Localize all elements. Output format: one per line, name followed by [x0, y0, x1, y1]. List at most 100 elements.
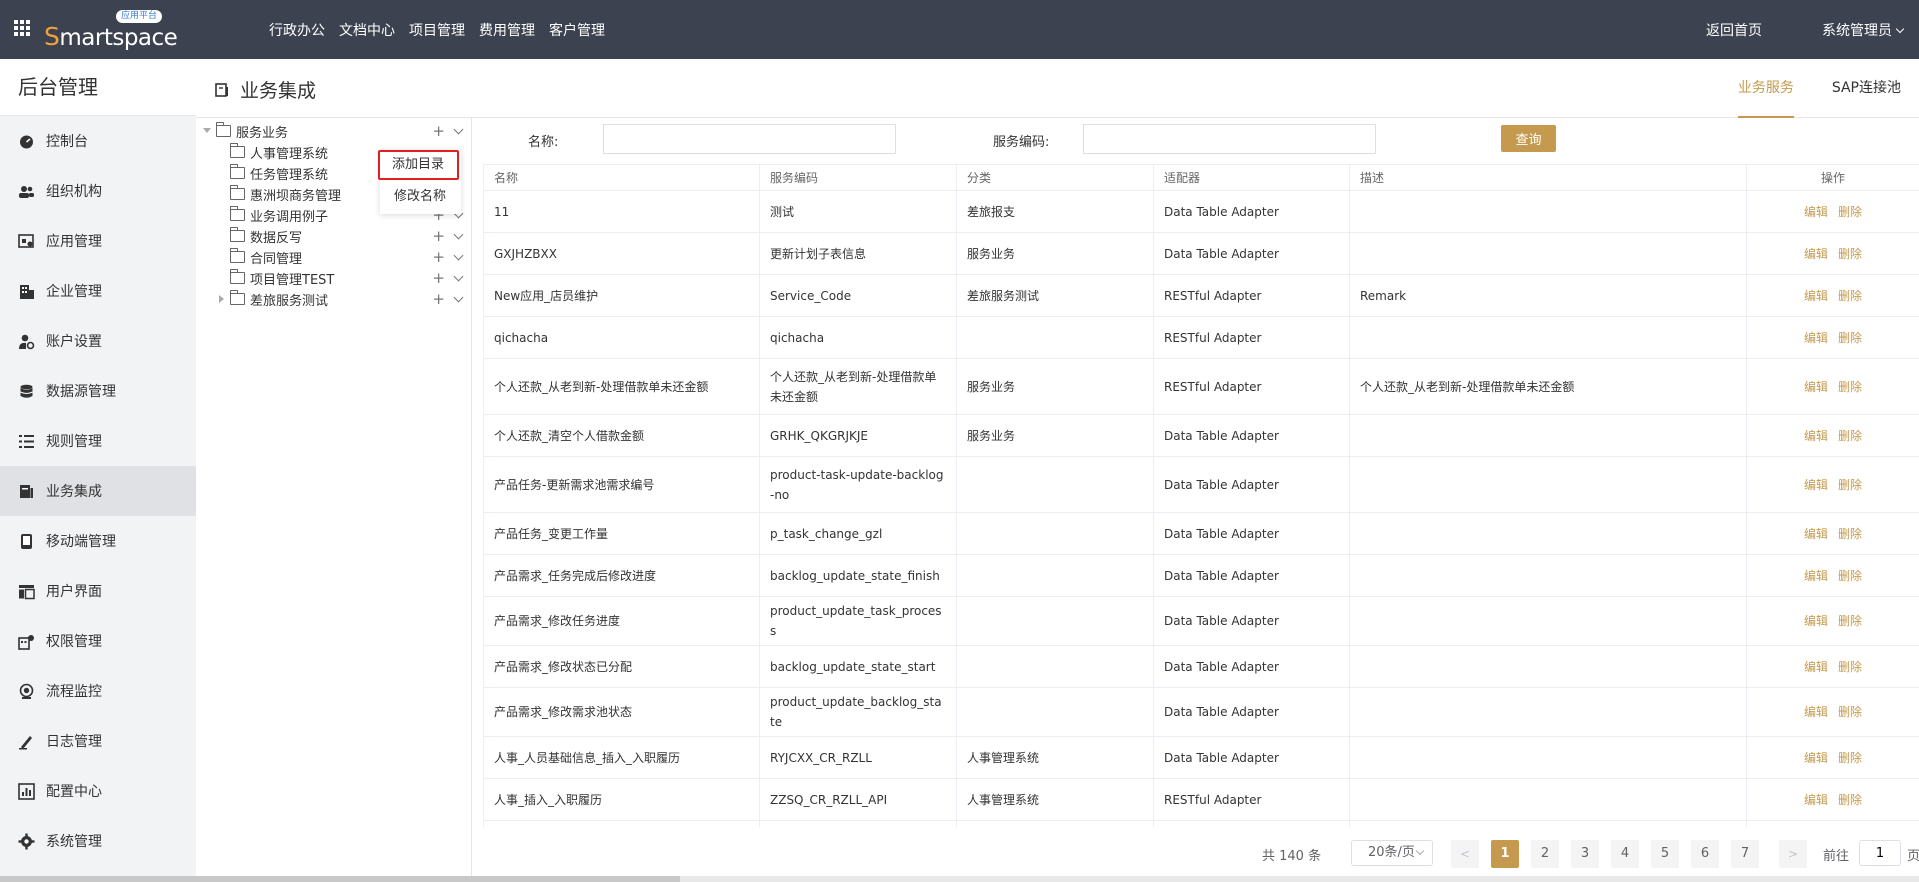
- edit-link[interactable]: 编辑: [1804, 247, 1828, 261]
- page-number-button[interactable]: 7: [1731, 840, 1759, 868]
- edit-link[interactable]: 编辑: [1804, 614, 1828, 628]
- tab-sap-pool[interactable]: SAP连接池: [1832, 59, 1901, 118]
- sidebar-item[interactable]: 组织机构: [0, 166, 196, 216]
- edit-link[interactable]: 编辑: [1804, 569, 1828, 583]
- tab-business-service[interactable]: 业务服务: [1737, 59, 1794, 118]
- delete-link[interactable]: 删除: [1838, 478, 1862, 492]
- edit-link[interactable]: 编辑: [1804, 380, 1828, 394]
- sidebar-item[interactable]: 业务集成: [0, 466, 196, 516]
- delete-link[interactable]: 删除: [1838, 205, 1862, 219]
- plus-icon[interactable]: +: [432, 228, 445, 244]
- edit-link[interactable]: 编辑: [1804, 205, 1828, 219]
- topnav-item-projects[interactable]: 项目管理: [409, 20, 465, 40]
- edit-link[interactable]: 编辑: [1804, 751, 1828, 765]
- plus-icon[interactable]: +: [432, 291, 445, 307]
- edit-link[interactable]: 编辑: [1804, 331, 1828, 345]
- page-number-button[interactable]: 1: [1491, 840, 1519, 868]
- sidebar-item[interactable]: 日志管理: [0, 716, 196, 766]
- edit-link[interactable]: 编辑: [1804, 429, 1828, 443]
- page-number-button[interactable]: 4: [1611, 840, 1639, 868]
- smartspace-logo[interactable]: 应用平台 Smartspace: [44, 10, 178, 51]
- sidebar-item[interactable]: 应用管理: [0, 216, 196, 266]
- service-code-input[interactable]: [1083, 124, 1376, 154]
- delete-link[interactable]: 删除: [1838, 660, 1862, 674]
- delete-link[interactable]: 删除: [1838, 289, 1862, 303]
- table-row[interactable]: 人事_人员基础信息_插入_入职履历 RYJCXX_CR_RZLL 人事管理系统 Dat…: [483, 736, 1919, 779]
- delete-link[interactable]: 删除: [1838, 380, 1862, 394]
- sidebar-item[interactable]: 企业管理: [0, 266, 196, 316]
- chevron-down-icon[interactable]: [453, 124, 464, 134]
- sidebar-item[interactable]: 数据源管理: [0, 366, 196, 416]
- query-button[interactable]: 查询: [1501, 125, 1556, 152]
- table-row[interactable]: 个人还款_清空个人借款金额 GRHK_QKGRJKJE 服务业务 Data Table…: [483, 414, 1919, 457]
- edit-link[interactable]: 编辑: [1804, 478, 1828, 492]
- table-row[interactable]: 产品需求_修改状态已分配 backlog_update_state_start Da…: [483, 645, 1919, 688]
- edit-link[interactable]: 编辑: [1804, 793, 1828, 807]
- next-page-button[interactable]: >: [1779, 840, 1807, 868]
- chevron-down-icon[interactable]: [453, 229, 464, 239]
- home-link[interactable]: 返回首页: [1706, 20, 1762, 40]
- chevron-down-icon[interactable]: [453, 292, 464, 302]
- sidebar-item[interactable]: 配置中心: [0, 766, 196, 816]
- chevron-down-icon[interactable]: [453, 271, 464, 281]
- table-row[interactable]: GXJHZBXX 更新计划子表信息 服务业务 Data Table Adapter 编辑…: [483, 232, 1919, 275]
- goto-page-input[interactable]: [1859, 840, 1901, 866]
- plus-icon[interactable]: +: [432, 123, 445, 139]
- sidebar-item[interactable]: 账户设置: [0, 316, 196, 366]
- sidebar-item[interactable]: 流程监控: [0, 666, 196, 716]
- prev-page-button[interactable]: <: [1451, 840, 1479, 868]
- page-size-select[interactable]: 20条/页: [1351, 840, 1433, 866]
- delete-link[interactable]: 删除: [1838, 247, 1862, 261]
- table-row[interactable]: New应用_店员维护 Service_Code 差旅服务测试 RESTful Adap…: [483, 274, 1919, 317]
- sidebar-item[interactable]: 控制台: [0, 116, 196, 166]
- topnav-item-expenses[interactable]: 费用管理: [479, 20, 535, 40]
- table-row[interactable]: 人事_新建使用合同XJSYHT人事管理系统RESTful Adapter 编辑删除: [483, 820, 1919, 827]
- edit-link[interactable]: 编辑: [1804, 289, 1828, 303]
- caret-down-icon[interactable]: [202, 126, 212, 136]
- delete-link[interactable]: 删除: [1838, 614, 1862, 628]
- app-grid-icon[interactable]: [14, 20, 30, 36]
- plus-icon[interactable]: +: [432, 249, 445, 265]
- delete-link[interactable]: 删除: [1838, 705, 1862, 719]
- table-row[interactable]: 产品任务-更新需求池需求编号 product-task-update-backlo…: [483, 456, 1919, 513]
- delete-link[interactable]: 删除: [1838, 751, 1862, 765]
- edit-link[interactable]: 编辑: [1804, 660, 1828, 674]
- delete-link[interactable]: 删除: [1838, 429, 1862, 443]
- delete-link[interactable]: 删除: [1838, 331, 1862, 345]
- sidebar-item[interactable]: 移动端管理: [0, 516, 196, 566]
- sidebar-item[interactable]: 规则管理: [0, 416, 196, 466]
- table-row[interactable]: 个人还款_从老到新-处理借款单未还金额 个人还款_从老到新-处理借款单未还金额 服务…: [483, 358, 1919, 415]
- page-number-button[interactable]: 3: [1571, 840, 1599, 868]
- user-menu[interactable]: 系统管理员: [1792, 20, 1905, 40]
- delete-link[interactable]: 删除: [1838, 569, 1862, 583]
- name-search-input[interactable]: [603, 124, 896, 154]
- sidebar-item[interactable]: 权限管理: [0, 616, 196, 666]
- horizontal-scrollbar[interactable]: [0, 876, 1919, 882]
- table-row[interactable]: 11 测试 差旅报支 Data Table Adapter 编辑 删除: [483, 190, 1919, 233]
- sidebar-item[interactable]: 系统管理: [0, 816, 196, 866]
- tree-node[interactable]: 差旅服务测试 +: [216, 286, 486, 312]
- table-row[interactable]: 产品需求_修改任务进度 product_update_task_process Da…: [483, 596, 1919, 646]
- table-row[interactable]: 人事_插入_入职履历 ZZSQ_CR_RZLL_API 人事管理系统 RESTful …: [483, 778, 1919, 821]
- sidebar-item[interactable]: 用户界面: [0, 566, 196, 616]
- chevron-down-icon[interactable]: [453, 250, 464, 260]
- table-row[interactable]: 产品任务_变更工作量 p_task_change_gzl Data Table Ad…: [483, 512, 1919, 555]
- plus-icon[interactable]: +: [432, 270, 445, 286]
- topnav-item-office[interactable]: 行政办公: [269, 20, 325, 40]
- page-number-button[interactable]: 5: [1651, 840, 1679, 868]
- topnav-item-documents[interactable]: 文档中心: [339, 20, 395, 40]
- table-row[interactable]: 产品需求_修改需求池状态 product_update_backlog_state…: [483, 687, 1919, 737]
- rename-menu-item[interactable]: 修改名称: [380, 184, 461, 210]
- delete-link[interactable]: 删除: [1838, 793, 1862, 807]
- scrollbar-thumb[interactable]: [0, 876, 680, 882]
- page-number-button[interactable]: 2: [1531, 840, 1559, 868]
- topnav-item-customers[interactable]: 客户管理: [549, 20, 605, 40]
- table-row[interactable]: qichacha qichacha RESTful Adapter 编辑 删除: [483, 316, 1919, 359]
- edit-link[interactable]: 编辑: [1804, 705, 1828, 719]
- caret-right-icon[interactable]: [216, 294, 226, 304]
- page-number-button[interactable]: 6: [1691, 840, 1719, 868]
- add-directory-menu-item[interactable]: 添加目录: [378, 150, 459, 180]
- edit-link[interactable]: 编辑: [1804, 527, 1828, 541]
- delete-link[interactable]: 删除: [1838, 527, 1862, 541]
- table-row[interactable]: 产品需求_任务完成后修改进度 backlog_update_state_finis…: [483, 554, 1919, 597]
